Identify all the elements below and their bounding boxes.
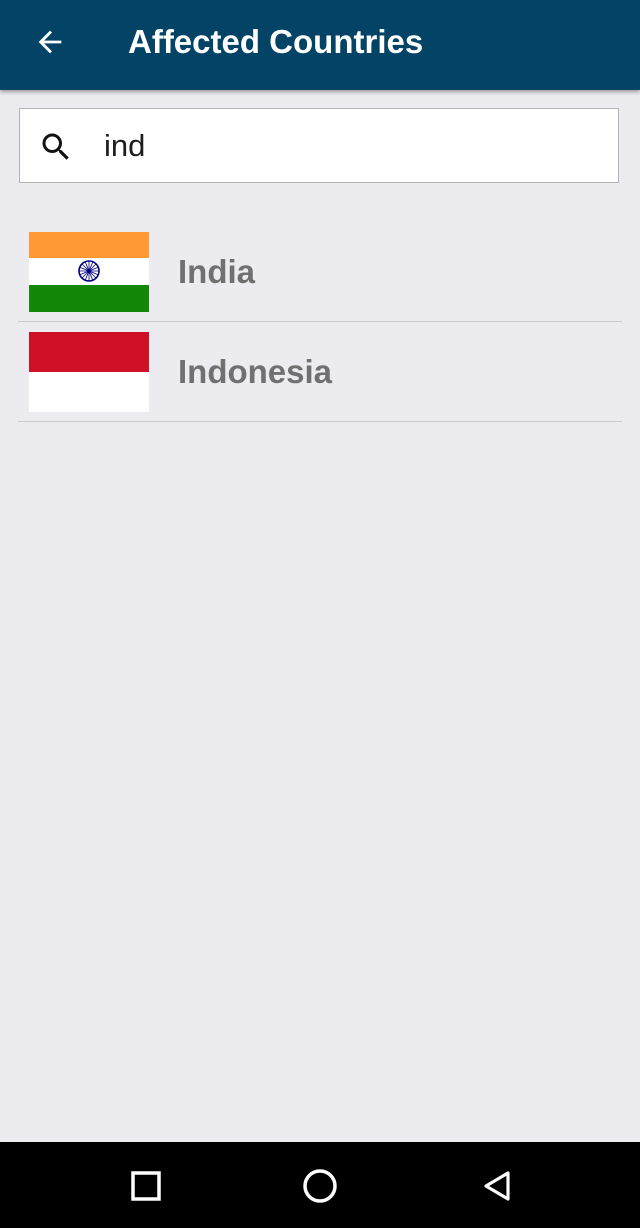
page-title: Affected Countries: [128, 23, 424, 60]
ashoka-chakra-icon: [78, 260, 100, 282]
back-button[interactable]: [22, 14, 78, 70]
arrow-left-icon: [38, 30, 62, 54]
india-flag: [29, 232, 149, 312]
list-item-india[interactable]: India: [18, 222, 622, 322]
recents-button[interactable]: [120, 1160, 172, 1212]
list-item-indonesia[interactable]: Indonesia: [18, 322, 622, 422]
app-bar: Affected Countries: [0, 0, 640, 90]
search-input[interactable]: [104, 123, 584, 169]
recents-square-icon: [131, 1171, 161, 1201]
nav-back-button[interactable]: [472, 1160, 524, 1212]
home-button[interactable]: [294, 1160, 346, 1212]
indonesia-flag: [29, 332, 149, 412]
back-triangle-icon: [484, 1171, 510, 1201]
home-circle-icon: [303, 1169, 337, 1203]
country-name: Indonesia: [178, 353, 333, 390]
system-nav-bar: [0, 1142, 640, 1228]
search-box[interactable]: [19, 108, 619, 183]
country-list: India Indonesia: [18, 222, 622, 422]
country-name: India: [178, 253, 256, 290]
search-icon: [42, 133, 69, 160]
